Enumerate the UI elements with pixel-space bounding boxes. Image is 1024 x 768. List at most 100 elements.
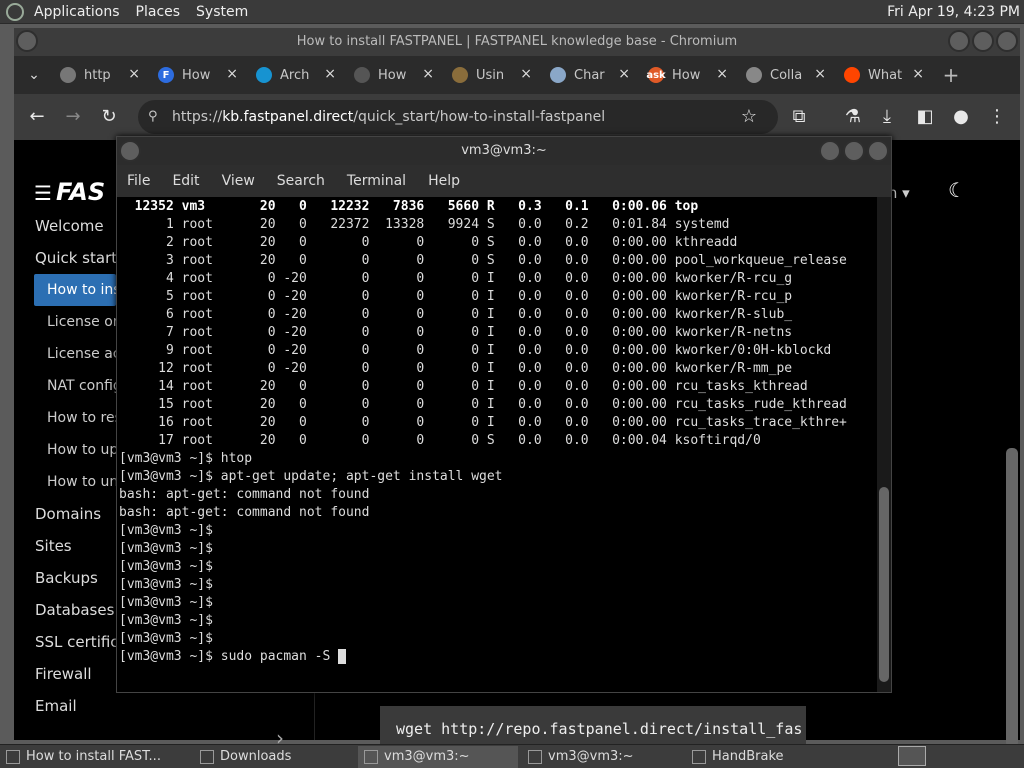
taskbar-button[interactable]: Downloads [194,746,354,768]
sidebar-item[interactable]: Email [34,690,304,722]
terminal-output[interactable]: 12352 vm3 20 0 12232 7836 5660 R 0.3 0.1… [117,197,879,692]
places-menu[interactable]: Places [130,0,187,24]
menu-search[interactable]: Search [277,173,325,189]
taskbar-label: HandBrake [712,748,784,764]
terminal-line: 12 root 0 -20 0 0 0 I 0.0 0.0 0:00.00 kw… [119,361,793,376]
terminal-title-bar: vm3@vm3:~ [117,137,891,165]
terminal-line: 12352 vm3 20 0 12232 7836 5660 R 0.3 0.1… [119,199,699,214]
applications-menu-icon[interactable] [6,2,24,21]
terminal-prompt-line[interactable]: [vm3@vm3 ~]$ sudo pacman -S [119,648,879,666]
browser-tab[interactable]: How × [348,56,446,94]
fastpanel-logo[interactable]: ☰ FAS [34,178,105,206]
tab-close-icon[interactable]: × [716,66,728,82]
taskbar-label: How to install FAST... [26,748,161,764]
tab-close-icon[interactable]: × [618,66,630,82]
tab-close-icon[interactable]: × [422,66,434,82]
address-bar[interactable]: ⚲ https://kb.fastpanel.direct/quick_star… [138,100,778,134]
browser-tab[interactable]: http × [54,56,152,94]
download-icon[interactable]: ⤓ [876,106,898,128]
taskbar-button[interactable]: HandBrake [686,746,846,768]
workspace-switcher[interactable] [898,746,926,766]
tab-label: How [182,67,211,83]
tab-label: How [672,67,701,83]
browser-tab[interactable]: Arch × [250,56,348,94]
terminal-line: 16 root 20 0 0 0 0 I 0.0 0.0 0:00.00 rcu… [119,415,847,430]
browser-tab[interactable]: Colla × [740,56,838,94]
taskbar-app-icon [200,749,214,764]
taskbar-label: vm3@vm3:~ [384,748,470,764]
window-menu-button[interactable] [16,30,38,52]
tab-label: What [868,67,902,83]
side-panel-icon[interactable]: ◧ [914,106,936,128]
menu-file[interactable]: File [127,173,150,189]
extensions-puzzle-icon[interactable]: ⧉ [788,106,810,128]
terminal-line: 3 root 20 0 0 0 0 S 0.0 0.0 0:00.00 pool… [119,253,847,268]
terminal-line: 15 root 20 0 0 0 0 I 0.0 0.0 0:00.00 rcu… [119,397,847,412]
close-button[interactable] [996,30,1018,52]
theme-moon-icon[interactable]: ☾ [948,178,966,202]
menu-terminal[interactable]: Terminal [347,173,406,189]
taskbar-button[interactable]: How to install FAST... [0,746,190,768]
terminal-title: vm3@vm3:~ [461,143,547,158]
profile-avatar-icon[interactable]: ● [950,106,972,128]
taskbar-button[interactable]: vm3@vm3:~ [358,745,518,768]
terminal-line: [vm3@vm3 ~]$ [119,523,213,538]
menu-edit[interactable]: Edit [172,173,199,189]
tab-favicon-icon [746,67,762,83]
terminal-line: 14 root 20 0 0 0 0 I 0.0 0.0 0:00.00 rcu… [119,379,808,394]
reload-icon[interactable]: ↻ [98,106,120,128]
tab-close-icon[interactable]: × [128,66,140,82]
minimize-button[interactable] [948,30,970,52]
more-menu-icon[interactable]: ⋮ [986,106,1008,128]
tab-close-icon[interactable]: × [814,66,826,82]
sidebar-item[interactable]: How to ins [34,274,116,306]
terminal-scroll-thumb[interactable] [879,487,889,682]
terminal-scrollbar[interactable] [877,197,891,692]
tab-label: http [84,67,111,83]
tab-label: How [378,67,407,83]
tab-close-icon[interactable]: × [912,66,924,82]
terminal-line: [vm3@vm3 ~]$ [119,631,213,646]
terminal-minimize-button[interactable] [819,140,841,162]
clock[interactable]: Fri Apr 19, 4:23 PM [887,0,1024,24]
back-arrow-icon[interactable]: ← [26,106,48,128]
menu-help[interactable]: Help [428,173,460,189]
labs-flask-icon[interactable]: ⚗ [842,106,864,128]
top-panel: Applications Places System Fri Apr 19, 4… [0,0,1024,24]
terminal-line: 5 root 0 -20 0 0 0 I 0.0 0.0 0:00.00 kwo… [119,289,793,304]
tab-favicon-icon [550,67,566,83]
terminal-line: [vm3@vm3 ~]$ [119,559,213,574]
terminal-menubar: File Edit View Search Terminal Help [117,165,891,197]
tab-close-icon[interactable]: × [324,66,336,82]
tab-close-icon[interactable]: × [520,66,532,82]
forward-arrow-icon[interactable]: → [62,106,84,128]
browser-tab[interactable]: ask How × [642,56,740,94]
terminal-line: [vm3@vm3 ~]$ [119,595,213,610]
terminal-line: 6 root 0 -20 0 0 0 I 0.0 0.0 0:00.00 kwo… [119,307,793,322]
bookmark-star-icon[interactable]: ☆ [738,106,760,128]
browser-tab[interactable]: Usin × [446,56,544,94]
page-scrollbar[interactable] [1006,448,1018,748]
browser-tab[interactable]: Char × [544,56,642,94]
menu-view[interactable]: View [222,173,255,189]
taskbar-button[interactable]: vm3@vm3:~ [522,746,682,768]
tab-favicon-icon: ask [646,67,666,83]
terminal-close-button[interactable] [867,140,889,162]
terminal-window-menu-button[interactable] [119,140,141,162]
taskbar-label: vm3@vm3:~ [548,748,634,764]
system-menu[interactable]: System [190,0,254,24]
tab-search-chevron-icon[interactable]: ⌄ [14,67,54,83]
taskbar-label: Downloads [220,748,292,764]
tab-strip: ⌄ http × F How × Arch × How × Usin × Char × ask How × Co… [14,56,1020,94]
bottom-taskbar: How to install FAST... Downloads vm3@vm3:~… [0,744,1024,768]
terminal-line: [vm3@vm3 ~]$ [119,613,213,628]
maximize-button[interactable] [972,30,994,52]
site-info-icon[interactable]: ⚲ [148,100,158,134]
new-tab-plus-icon[interactable]: + [936,63,966,87]
tab-close-icon[interactable]: × [226,66,238,82]
browser-tab[interactable]: F How × [152,56,250,94]
tab-favicon-icon [844,67,860,83]
terminal-maximize-button[interactable] [843,140,865,162]
applications-menu[interactable]: Applications [28,0,126,24]
browser-tab[interactable]: What × [838,56,936,94]
